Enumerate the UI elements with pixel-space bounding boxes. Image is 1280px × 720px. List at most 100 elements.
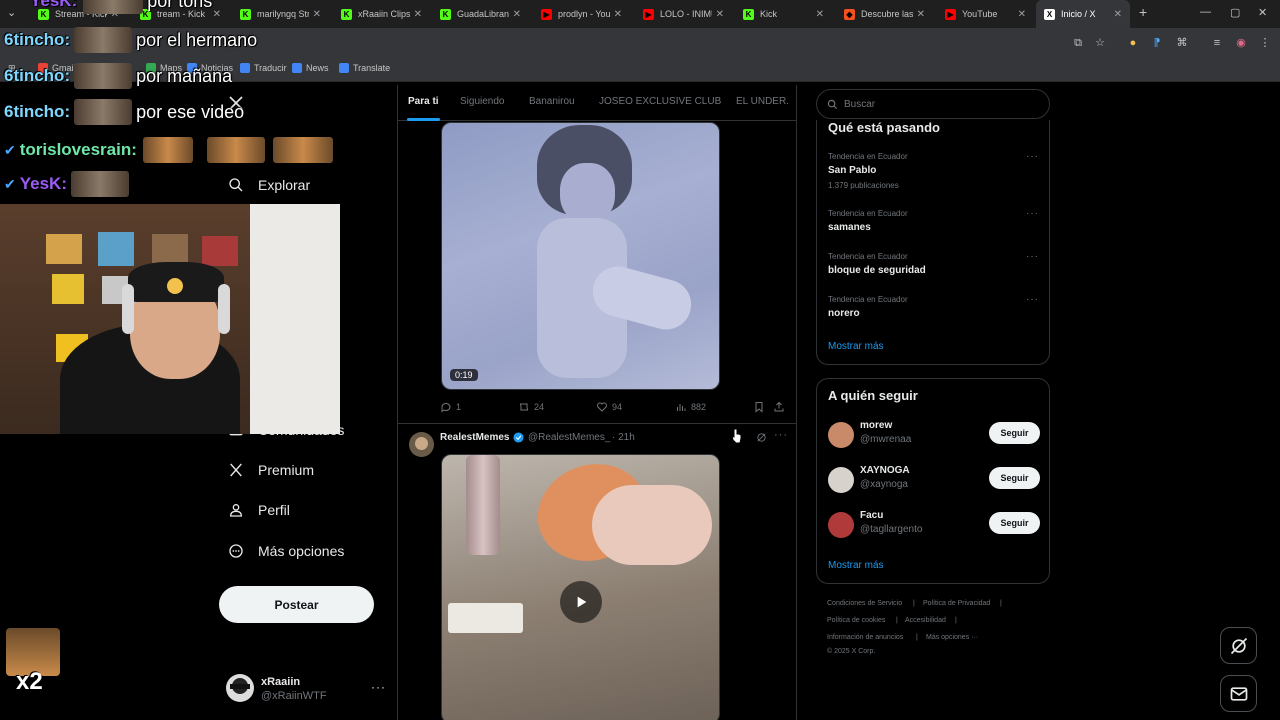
tab-close-icon[interactable]: ✕: [313, 9, 321, 20]
nav-premium[interactable]: Premium: [226, 460, 314, 480]
tab-close-icon[interactable]: ✕: [1018, 9, 1026, 20]
post-author-handle[interactable]: @RealestMemes_: [528, 432, 610, 443]
chat-message: 6tincho: por mañana: [4, 63, 232, 89]
post-more-icon[interactable]: ···: [774, 429, 788, 441]
footer-terms-link[interactable]: Condiciones de Servicio: [827, 600, 902, 607]
browser-tab[interactable]: ▶ LOLO - INIMU ✕: [635, 0, 732, 28]
bookmark-favicon-icon: [240, 63, 250, 73]
burger-emote: [206, 137, 265, 163]
trend-more-icon[interactable]: ···: [1026, 151, 1039, 162]
tab-title: xRaaiin Clips -: [358, 9, 410, 19]
follow-button[interactable]: Seguir: [989, 467, 1040, 489]
suggestion-avatar: [828, 467, 854, 493]
trend-more-icon[interactable]: ···: [1026, 294, 1039, 305]
tab-close-icon[interactable]: ✕: [414, 9, 422, 20]
post-video[interactable]: 0:19: [441, 122, 720, 390]
bookmark-item[interactable]: News: [292, 63, 329, 73]
bookmark-star-icon[interactable]: ☆: [1093, 36, 1107, 50]
account-switcher[interactable]: xRaaiin @xRaiinWTF ···: [226, 674, 386, 706]
account-more-icon[interactable]: ···: [371, 680, 386, 694]
trend-name: bloque de seguridad: [828, 265, 926, 276]
streamer-webcam: [0, 204, 340, 434]
post-button[interactable]: Postear: [219, 586, 374, 623]
close-window-button[interactable]: ✕: [1258, 6, 1267, 19]
tab-close-icon[interactable]: ✕: [716, 9, 724, 20]
tab-joseo-exclusive-club[interactable]: JOSEO EXCLUSIVE CLUB: [599, 96, 721, 107]
nav-more[interactable]: Más opciones: [226, 541, 344, 561]
tab-el-under[interactable]: EL UNDER.: [736, 96, 789, 107]
search-box[interactable]: [816, 89, 1050, 119]
tab-close-icon[interactable]: ✕: [614, 9, 622, 20]
maximize-button[interactable]: ▢: [1230, 6, 1240, 19]
repost-button[interactable]: 24: [518, 401, 544, 413]
follow-button[interactable]: Seguir: [989, 422, 1040, 444]
nav-profile[interactable]: Perfil: [226, 500, 290, 520]
play-button[interactable]: [560, 581, 602, 623]
footer-privacy-link[interactable]: Política de Privacidad: [923, 600, 990, 607]
bookmark-icon[interactable]: [753, 401, 765, 413]
bookmark-item[interactable]: Traducir: [240, 63, 287, 73]
tab-close-icon[interactable]: ✕: [513, 9, 521, 20]
browser-tab[interactable]: ▶ prodlyn - YouTu ✕: [533, 0, 630, 28]
footer-sep: |: [913, 600, 915, 607]
new-tab-button[interactable]: +: [1139, 4, 1147, 20]
trend-more-icon[interactable]: ···: [1026, 251, 1039, 262]
footer-ads-info-link[interactable]: Información de anuncios: [827, 634, 903, 641]
post-video-2[interactable]: [441, 454, 720, 720]
chat-emote: [70, 171, 129, 197]
extensions-puzzle-icon[interactable]: ⌘: [1175, 36, 1189, 50]
grok-icon[interactable]: [756, 432, 767, 443]
chat-username: YesK:: [30, 0, 78, 10]
browser-tab[interactable]: K Kick ✕: [735, 0, 832, 28]
post-author-name[interactable]: RealestMemes: [440, 432, 509, 443]
tab-close-icon[interactable]: ✕: [1114, 9, 1122, 20]
tab-siguiendo[interactable]: Siguiendo: [460, 96, 504, 107]
extension-icon[interactable]: ●: [1126, 36, 1140, 50]
browser-tab[interactable]: Kmarilyngq Strea ✕: [232, 0, 329, 28]
browser-menu-icon[interactable]: ⋮: [1258, 36, 1272, 50]
browser-tab[interactable]: X Inicio / X ✕: [1036, 0, 1130, 28]
follow-suggestion[interactable]: Facu @tagllargento Seguir: [828, 510, 1040, 544]
reading-list-icon[interactable]: ≡: [1210, 36, 1224, 50]
footer-sep: |: [955, 617, 957, 624]
follow-suggestion[interactable]: XAYNOGA @xaynoga Seguir: [828, 465, 1040, 499]
share-icon[interactable]: [773, 401, 785, 413]
trend-more-icon[interactable]: ···: [1026, 208, 1039, 219]
bookmark-item[interactable]: Translate: [339, 63, 390, 73]
tab-close-icon[interactable]: ✕: [917, 9, 925, 20]
trend-context: Tendencia en Ecuador: [828, 252, 908, 261]
footer-accessibility-link[interactable]: Accesibilidad: [905, 617, 946, 624]
more-circle-icon: [226, 541, 246, 561]
like-button[interactable]: 94: [596, 401, 622, 413]
search-input[interactable]: [844, 98, 1024, 110]
browser-tab[interactable]: ▶ YouTube ✕: [937, 0, 1034, 28]
follow-button[interactable]: Seguir: [989, 512, 1040, 534]
profile-avatar-icon[interactable]: ◉: [1234, 36, 1248, 50]
tab-close-icon[interactable]: ✕: [213, 9, 221, 20]
footer-more-link[interactable]: Más opciones ···: [926, 634, 978, 641]
bookmark-label: Translate: [353, 63, 391, 73]
install-app-icon[interactable]: ⧉: [1071, 36, 1085, 50]
suggestion-handle: @xaynoga: [860, 479, 908, 490]
trends-show-more-link[interactable]: Mostrar más: [828, 341, 884, 352]
follow-suggestion[interactable]: morew @mwrenaa Seguir: [828, 420, 1040, 454]
tab-bananirou[interactable]: Bananirou: [529, 96, 575, 107]
grok-fab[interactable]: [1220, 627, 1257, 664]
who-to-follow-show-more-link[interactable]: Mostrar más: [828, 560, 884, 571]
reply-button[interactable]: 1: [440, 401, 461, 413]
views-button[interactable]: 882: [675, 401, 706, 413]
browser-tab[interactable]: KxRaaiin Clips - ✕: [333, 0, 430, 28]
search-icon: [226, 175, 246, 195]
translate-extension-icon[interactable]: ⁋: [1150, 36, 1164, 50]
browser-tab[interactable]: ◆ Descubre las c ✕: [836, 0, 933, 28]
post-timestamp[interactable]: · 21h: [612, 432, 635, 443]
messages-fab[interactable]: [1220, 675, 1257, 712]
tab-search-icon[interactable]: ⌄: [7, 6, 16, 19]
nav-explore[interactable]: Explorar: [226, 175, 310, 195]
minimize-button[interactable]: —: [1200, 6, 1211, 18]
tab-close-icon[interactable]: ✕: [816, 9, 824, 20]
post-author-avatar[interactable]: [409, 432, 434, 457]
browser-tab[interactable]: K GuadaLibrandi ✕: [432, 0, 529, 28]
tab-para-ti[interactable]: Para ti: [408, 96, 439, 107]
footer-cookies-link[interactable]: Política de cookies: [827, 617, 885, 624]
